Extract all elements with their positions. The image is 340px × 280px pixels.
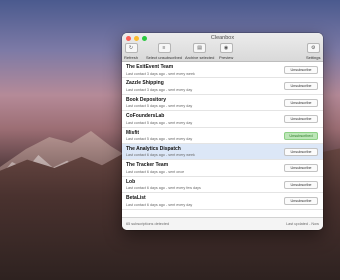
list-item[interactable]: Zazzle Shipping Last contact 3 days ago … — [122, 78, 323, 95]
window-title: Cleanbox — [210, 35, 235, 41]
archive-icon: ▤ — [193, 43, 207, 53]
list-item-selected[interactable]: The Analytics Dispatch Last contact 6 da… — [122, 143, 323, 161]
archive-selected-label: Archive selected — [185, 55, 215, 60]
list-item[interactable]: Lob Last contact 6 days ago - sent every… — [122, 177, 323, 194]
status-bar: 65 subscriptions detected Last updated -… — [122, 217, 323, 230]
list-item[interactable]: Misfit Last contact 5 days ago - sent ev… — [122, 128, 323, 144]
list-item[interactable]: CoFoundersLab Last contact 5 days ago - … — [122, 111, 323, 128]
sender-meta: Last contact 3 days ago - sent every wee… — [126, 71, 195, 76]
sender-name: The Analytics Dispatch — [126, 145, 181, 152]
eye-icon: ◉ — [219, 43, 233, 53]
subscriptions-count: 65 subscriptions detected — [126, 221, 170, 226]
last-updated: Last updated - Now — [286, 221, 319, 226]
sender-meta: Last contact 6 days ago - sent every few… — [126, 186, 201, 191]
list-icon: ≡ — [157, 43, 171, 53]
select-unsubscribed-button[interactable]: ≡ Select unsubscribed — [146, 43, 182, 60]
refresh-label: Refresh — [124, 55, 139, 60]
list-item[interactable]: BetaList Last contact 6 days ago - sent … — [122, 193, 323, 210]
list-item[interactable]: The ExitEvent Team Last contact 3 days a… — [122, 62, 323, 79]
unsubscribe-button[interactable]: Unsubscribe — [284, 180, 318, 189]
sender-name: Misfit — [126, 129, 140, 136]
list-item[interactable]: The Tracker Team Last contact 6 days ago… — [122, 160, 323, 177]
settings-label: Settings — [306, 55, 321, 60]
settings-button[interactable]: ⚙ Settings — [306, 43, 320, 60]
sender-name: BetaList — [126, 195, 146, 202]
sender-meta: Last contact 5 days ago - sent every day — [126, 137, 193, 142]
sender-name: CoFoundersLab — [126, 113, 165, 120]
unsubscribe-button[interactable]: Unsubscribe — [284, 197, 318, 206]
refresh-icon: ↻ — [124, 43, 138, 53]
sender-name: The Tracker Team — [126, 162, 169, 169]
unsubscribe-button[interactable]: Unsubscribe — [284, 115, 318, 124]
cleanbox-window: Cleanbox ↻ Refresh ≡ Select unsubscribed… — [122, 33, 323, 230]
sender-name: The ExitEvent Team — [126, 64, 174, 70]
preview-button[interactable]: ◉ Preview — [219, 43, 233, 60]
sender-meta: Last contact 6 days ago - sent every day — [126, 202, 193, 207]
sender-name: Book Depository — [126, 96, 167, 103]
unsubscribe-button[interactable]: Unsubscribe — [284, 98, 318, 107]
gear-icon: ⚙ — [306, 43, 320, 53]
unsubscribe-button[interactable]: Unsubscribe — [284, 147, 318, 156]
list-item[interactable]: Book Depository Last contact 5 days ago … — [122, 95, 323, 112]
sender-meta: Last contact 5 days ago - sent every day — [126, 120, 193, 125]
refresh-button[interactable]: ↻ Refresh — [124, 43, 138, 60]
window-titlebar: Cleanbox ↻ Refresh ≡ Select unsubscribed… — [122, 33, 323, 62]
sender-meta: Last contact 3 days ago - sent every day — [126, 87, 193, 92]
unsubscribe-button[interactable]: Unsubscribe — [284, 82, 318, 91]
unsubscribe-button[interactable]: Unsubscribe — [284, 66, 318, 74]
sender-name: Zazzle Shipping — [126, 80, 164, 87]
subscription-list: The ExitEvent Team Last contact 3 days a… — [122, 62, 323, 210]
unsubscribed-badge[interactable]: Unsubscribed — [284, 131, 318, 140]
sender-name: Lob — [126, 178, 136, 185]
sender-meta: Last contact 6 days ago - sent every wee… — [126, 153, 195, 158]
select-unsubscribed-label: Select unsubscribed — [146, 55, 183, 60]
archive-selected-button[interactable]: ▤ Archive selected — [185, 43, 214, 60]
sender-meta: Last contact 6 days ago - sent once — [126, 169, 185, 174]
sender-meta: Last contact 5 days ago - sent every day — [126, 104, 193, 109]
unsubscribe-button[interactable]: Unsubscribe — [284, 164, 318, 173]
preview-label: Preview — [219, 55, 234, 60]
